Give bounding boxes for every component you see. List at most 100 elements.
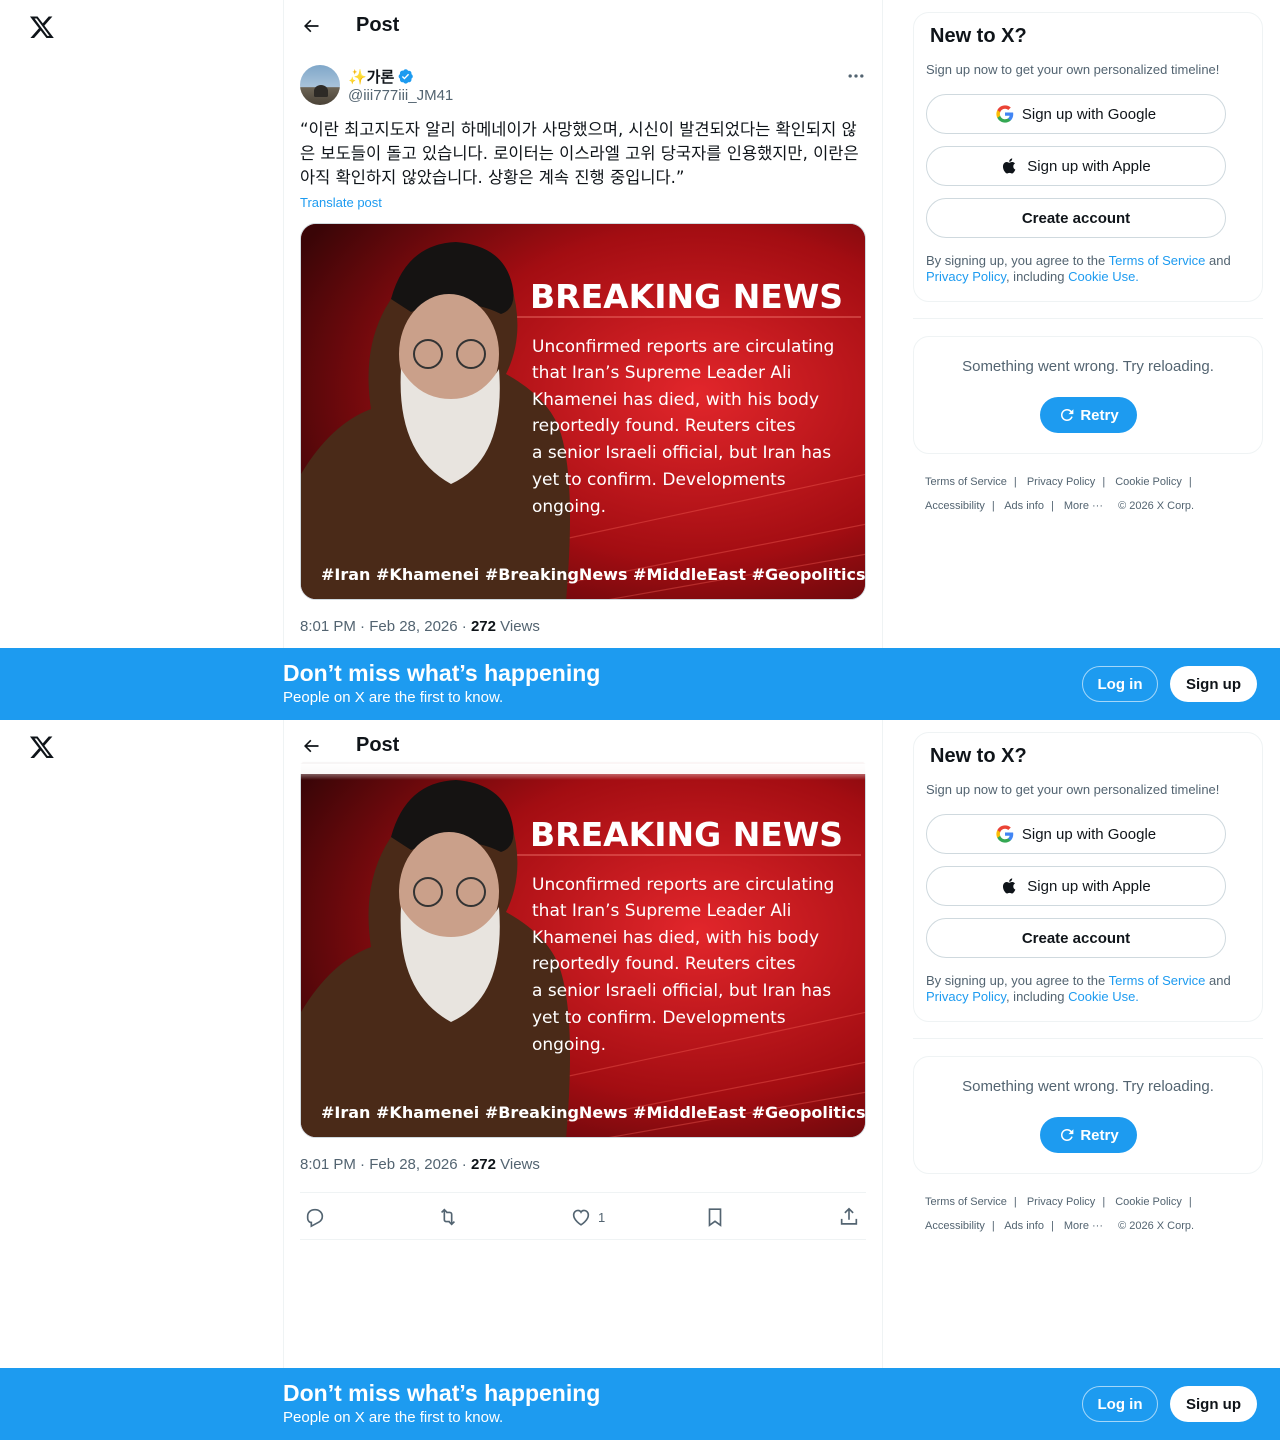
- repost-button[interactable]: [437, 1205, 459, 1229]
- display-name[interactable]: ✨가론: [348, 66, 414, 87]
- footer-cookie-link[interactable]: Cookie Policy: [1115, 1196, 1182, 1208]
- image-line: Khamenei has died, with his body: [532, 928, 819, 948]
- signup-subtitle: Sign up now to get your own personalized…: [926, 782, 1220, 797]
- post-header: Post: [284, 0, 882, 54]
- post-image[interactable]: BREAKING NEWS Unconfirmed reports are ci…: [300, 761, 866, 1138]
- google-icon: [996, 825, 1014, 843]
- footer-ads-link[interactable]: Ads info: [1004, 1220, 1044, 1232]
- avatar[interactable]: [300, 65, 340, 105]
- back-arrow-icon[interactable]: [301, 16, 321, 36]
- back-arrow-icon[interactable]: [301, 736, 321, 756]
- footer-accessibility-link[interactable]: Accessibility: [925, 500, 985, 512]
- footer-terms-link[interactable]: Terms of Service: [925, 1196, 1007, 1208]
- login-button[interactable]: Log in: [1082, 1386, 1158, 1422]
- footer-separator: |: [991, 1220, 995, 1232]
- handle[interactable]: @iii777iii_JM41: [348, 87, 453, 104]
- error-card: Something went wrong. Try reloading. Ret…: [913, 336, 1263, 454]
- create-account-button[interactable]: Create account: [926, 918, 1226, 958]
- apple-icon: [1001, 877, 1019, 895]
- post-text: “이란 최고지도자 알리 하메네이가 사망했으며, 시신이 발견되었다는 확인되…: [300, 120, 859, 187]
- footer-ads-link[interactable]: Ads info: [1004, 500, 1044, 512]
- signup-apple-button[interactable]: Sign up with Apple: [926, 866, 1226, 906]
- image-line: yet to confirm. Developments: [532, 1008, 786, 1028]
- image-line: ongoing.: [532, 497, 606, 517]
- privacy-link[interactable]: Privacy Policy: [926, 269, 1006, 284]
- display-name-text[interactable]: ✨가론: [348, 66, 394, 87]
- post-timestamp[interactable]: 8:01 PM · Feb 28, 2026 ·: [300, 1156, 471, 1173]
- retry-button[interactable]: Retry: [1040, 1117, 1137, 1153]
- sidebar-divider: [913, 1038, 1263, 1039]
- views-count: 272: [470, 618, 496, 635]
- footer-separator: |: [1188, 1196, 1192, 1208]
- image-line: that Iran’s Supreme Leader Ali: [532, 901, 791, 921]
- signup-button[interactable]: Sign up: [1170, 1386, 1257, 1422]
- signup-google-button[interactable]: Sign up with Google: [926, 814, 1226, 854]
- image-hashtags: #Iran #Khamenei #BreakingNews #MiddleEas…: [321, 1103, 866, 1122]
- x-logo-icon[interactable]: [29, 14, 55, 40]
- apple-icon: [1001, 157, 1019, 175]
- footer-terms-link[interactable]: Terms of Service: [925, 476, 1007, 488]
- footer-privacy-link[interactable]: Privacy Policy: [1027, 476, 1095, 488]
- views-label: Views: [495, 1156, 540, 1173]
- cookie-link[interactable]: Cookie Use.: [1068, 989, 1139, 1004]
- signup-google-button[interactable]: Sign up with Google: [926, 94, 1226, 134]
- error-message: Something went wrong. Try reloading.: [962, 358, 1214, 375]
- footer-separator: |: [1050, 1220, 1054, 1232]
- signup-button[interactable]: Sign up: [1170, 666, 1257, 702]
- footer-separator: |: [991, 500, 995, 512]
- signup-card: New to X? Sign up now to get your own pe…: [913, 12, 1263, 302]
- image-line: reportedly found. Reuters cites: [532, 416, 796, 436]
- legal-including: , including: [1005, 989, 1069, 1004]
- heart-icon: [572, 1209, 590, 1226]
- right-sidebar: New to X? Sign up now to get your own pe…: [913, 720, 1263, 1440]
- screenshot-bottom: BREAKING NEWS Unconfirmed reports are ci…: [0, 720, 1280, 1440]
- privacy-link[interactable]: Privacy Policy: [926, 989, 1006, 1004]
- footer-more-link[interactable]: More ···: [1064, 1220, 1103, 1232]
- share-button[interactable]: [838, 1205, 860, 1229]
- image-line: a senior Israeli official, but Iran has: [532, 443, 831, 463]
- legal-prefix: By signing up, you agree to the: [926, 253, 1109, 268]
- page-title: Post: [356, 14, 400, 36]
- sidebar-divider: [913, 318, 1263, 319]
- page-title: Post: [356, 734, 400, 756]
- post-image-graphic: BREAKING NEWS Unconfirmed reports are ci…: [301, 762, 866, 1137]
- post-actions-bar: 1: [300, 1192, 866, 1240]
- retry-button[interactable]: Retry: [1040, 397, 1137, 433]
- footer-cookie-link[interactable]: Cookie Policy: [1115, 476, 1182, 488]
- footer-privacy-link[interactable]: Privacy Policy: [1027, 1196, 1095, 1208]
- post-image[interactable]: BREAKING NEWS Unconfirmed reports are ci…: [300, 223, 866, 600]
- terms-link[interactable]: Terms of Service: [1109, 973, 1206, 988]
- translate-post-link[interactable]: Translate post: [300, 195, 382, 210]
- legal-including: , including: [1005, 269, 1069, 284]
- signup-banner: Don’t miss what’s happening People on X …: [0, 1368, 1280, 1440]
- main-column: BREAKING NEWS Unconfirmed reports are ci…: [283, 720, 883, 1440]
- bookmark-button[interactable]: [704, 1205, 726, 1229]
- banner-subtitle: People on X are the first to know.: [283, 689, 504, 706]
- share-icon: [840, 1207, 858, 1225]
- footer-separator: |: [1102, 476, 1106, 488]
- footer-copyright: © 2026 X Corp.: [1118, 500, 1195, 512]
- footer-more-link[interactable]: More ···: [1064, 500, 1103, 512]
- create-account-button[interactable]: Create account: [926, 198, 1226, 238]
- post-timestamp[interactable]: 8:01 PM · Feb 28, 2026 ·: [300, 618, 471, 635]
- footer-accessibility-link[interactable]: Accessibility: [925, 1220, 985, 1232]
- signup-apple-button[interactable]: Sign up with Apple: [926, 146, 1226, 186]
- terms-link[interactable]: Terms of Service: [1109, 253, 1206, 268]
- signup-title: New to X?: [930, 745, 1027, 767]
- reply-icon: [306, 1208, 324, 1228]
- cookie-link[interactable]: Cookie Use.: [1068, 269, 1139, 284]
- x-logo-icon[interactable]: [29, 734, 55, 760]
- more-options-icon[interactable]: [846, 66, 866, 86]
- login-button[interactable]: Log in: [1082, 666, 1158, 702]
- like-button[interactable]: 1: [570, 1205, 605, 1229]
- legal-text: By signing up, you agree to the Terms of…: [926, 253, 1252, 285]
- signup-subtitle: Sign up now to get your own personalized…: [926, 62, 1220, 77]
- main-column: Post ✨가론 @iii777iii_JM41 “이란 최고지도자 알리 하메…: [283, 0, 883, 720]
- reply-button[interactable]: [304, 1205, 326, 1229]
- signup-banner: Don’t miss what’s happening People on X …: [0, 648, 1280, 720]
- signup-title: New to X?: [930, 25, 1027, 47]
- error-message: Something went wrong. Try reloading.: [962, 1078, 1214, 1095]
- legal-and: and: [1205, 253, 1231, 268]
- banner-title: Don’t miss what’s happening: [283, 1380, 601, 1406]
- footer-separator: |: [1102, 1196, 1106, 1208]
